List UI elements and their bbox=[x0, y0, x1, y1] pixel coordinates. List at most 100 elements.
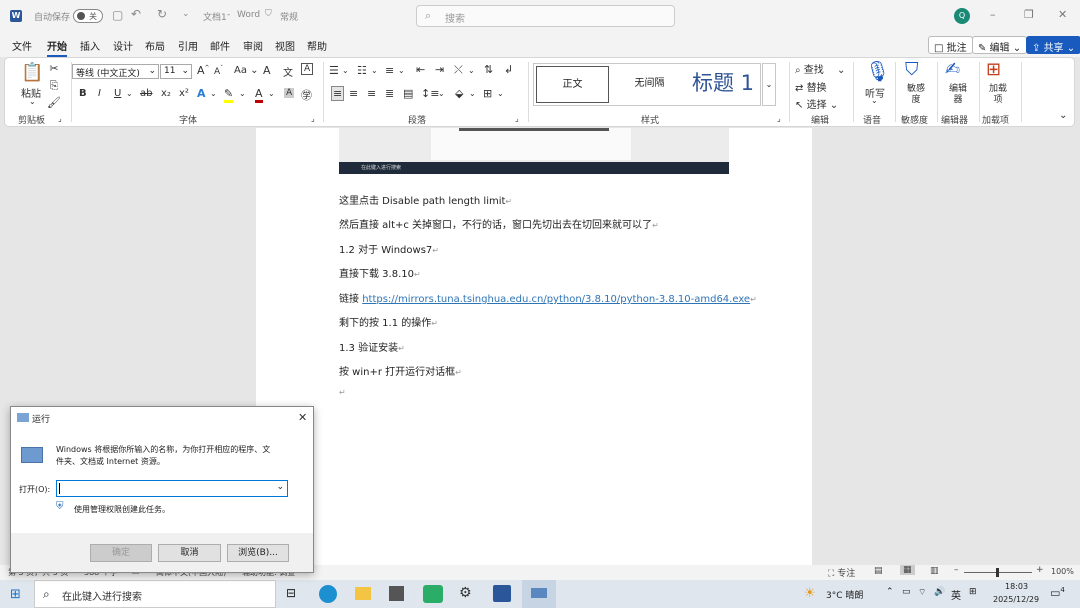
select-button[interactable]: ↖ 选择 ⌄ bbox=[795, 96, 838, 111]
run-taskbar-icon[interactable] bbox=[522, 580, 556, 608]
autosave-toggle[interactable]: 关 bbox=[73, 9, 103, 23]
notifications-icon[interactable]: ▭4 bbox=[1050, 586, 1065, 600]
addins-button[interactable]: 加载项 bbox=[987, 84, 1009, 106]
comment-button[interactable]: □ 批注 bbox=[928, 36, 973, 54]
styles-more-icon[interactable]: ⌄ bbox=[762, 63, 776, 106]
tab-mailings[interactable]: 邮件 bbox=[210, 38, 230, 53]
redo-icon[interactable]: ↻ bbox=[157, 7, 167, 21]
character-shading-icon[interactable]: A bbox=[284, 88, 295, 98]
text-effects-icon[interactable]: A bbox=[197, 87, 206, 100]
python-download-link[interactable]: https://mirrors.tuna.tsinghua.edu.cn/pyt… bbox=[362, 294, 750, 305]
chinese-layout-icon[interactable]: ⤬ bbox=[454, 63, 463, 77]
replace-button[interactable]: ⇄ 替换 bbox=[795, 79, 827, 94]
phonetic-guide-icon[interactable]: 文 bbox=[283, 64, 293, 79]
taskbar-search[interactable]: ⌕ 在此键入进行搜索 bbox=[34, 580, 276, 608]
clear-format-icon[interactable]: A bbox=[263, 64, 271, 77]
start-icon[interactable]: ⊞ bbox=[10, 587, 21, 602]
shading-icon[interactable]: ⬙ bbox=[455, 87, 463, 100]
editing-mode-button[interactable]: ✎ 编辑 ⌄ bbox=[972, 36, 1028, 54]
sensitivity-button[interactable]: 敏感度 bbox=[905, 84, 927, 106]
restore-icon[interactable]: ❐ bbox=[1024, 8, 1034, 21]
read-mode-icon[interactable]: ▤ bbox=[874, 566, 883, 576]
ime-indicator[interactable]: 英 bbox=[951, 587, 961, 602]
tab-insert[interactable]: 插入 bbox=[80, 38, 100, 53]
align-left-button[interactable]: ≡ bbox=[331, 86, 345, 101]
decrease-indent-icon[interactable]: ⇤ bbox=[416, 63, 425, 76]
zoom-slider-thumb[interactable] bbox=[996, 568, 999, 577]
minimize-icon[interactable]: – bbox=[990, 8, 996, 21]
line-spacing-icon[interactable]: ↕≡ bbox=[421, 87, 439, 100]
clipboard-launcher-icon[interactable]: ⌟ bbox=[58, 114, 62, 123]
highlight-icon[interactable]: ✎ bbox=[224, 87, 234, 103]
align-center-button[interactable]: ≡ bbox=[349, 87, 358, 100]
run-open-input[interactable] bbox=[59, 483, 60, 494]
ok-button[interactable]: 确定 bbox=[90, 544, 152, 562]
bold-button[interactable]: B bbox=[79, 88, 87, 99]
tab-file[interactable]: 文件 bbox=[12, 38, 32, 53]
search-box[interactable]: ⌕ 搜索 bbox=[416, 5, 675, 27]
style-normal[interactable]: 正文 bbox=[536, 66, 609, 103]
multilevel-list-icon[interactable]: ≡ bbox=[385, 64, 394, 77]
font-color-icon[interactable]: A bbox=[255, 87, 263, 103]
styles-launcher-icon[interactable]: ⌟ bbox=[777, 114, 781, 123]
document-page[interactable]: 在此键入进行搜索 这里点击 Disable path length limit↵… bbox=[256, 128, 812, 565]
tab-help[interactable]: 帮助 bbox=[307, 38, 327, 53]
save-icon[interactable]: ▢ bbox=[112, 8, 123, 22]
run-dialog-close-icon[interactable]: ✕ bbox=[298, 411, 307, 424]
underline-dropdown-icon[interactable]: ⌄ bbox=[126, 89, 133, 98]
sensitivity-icon[interactable]: ⛉ bbox=[905, 59, 919, 80]
editor-button[interactable]: 编辑器 bbox=[947, 84, 969, 106]
sensitivity-status[interactable]: 常规 bbox=[280, 10, 298, 23]
volume-icon[interactable]: 🔊 bbox=[934, 587, 945, 597]
close-icon[interactable]: ✕ bbox=[1058, 8, 1067, 21]
editor-icon[interactable]: ✍ bbox=[945, 59, 960, 80]
network-icon[interactable]: ⌔ bbox=[918, 587, 926, 598]
cut-icon[interactable]: ✂ bbox=[47, 62, 61, 76]
style-heading-1[interactable]: 标题 1 bbox=[686, 66, 760, 103]
microphone-icon[interactable]: 🎙 bbox=[865, 59, 890, 83]
tab-review[interactable]: 审阅 bbox=[243, 38, 263, 53]
run-open-combobox[interactable]: ⌄ bbox=[56, 480, 288, 497]
ime-mode-icon[interactable]: ⊞ bbox=[969, 587, 977, 597]
customize-icon[interactable]: ⌄ bbox=[182, 9, 190, 19]
grow-font-icon[interactable]: A^ bbox=[197, 64, 210, 77]
tab-view[interactable]: 视图 bbox=[275, 38, 295, 53]
focus-button[interactable]: ⛶ 专注 bbox=[828, 566, 855, 579]
style-no-spacing[interactable]: 无间隔 bbox=[613, 66, 686, 103]
character-border-icon[interactable]: A bbox=[301, 63, 314, 75]
web-layout-icon[interactable]: ▥ bbox=[930, 566, 939, 576]
strikethrough-button[interactable]: ab bbox=[140, 88, 152, 99]
run-combobox-chevron-icon[interactable]: ⌄ bbox=[276, 482, 284, 492]
copy-icon[interactable]: ⎘ bbox=[47, 79, 61, 93]
share-button[interactable]: ⇪ 共享 ⌄ bbox=[1026, 36, 1080, 54]
battery-icon[interactable]: ▭ bbox=[902, 587, 911, 597]
settings-icon[interactable]: ⚙ bbox=[459, 585, 472, 601]
bullets-icon[interactable]: ☰ bbox=[329, 64, 339, 77]
clock-time[interactable]: 18:03 bbox=[1005, 582, 1028, 591]
collapse-ribbon-icon[interactable]: ⌄ bbox=[1059, 110, 1067, 121]
numbering-icon[interactable]: ☷ bbox=[357, 64, 367, 77]
font-name-dropdown[interactable]: 等线 (中文正文) ⌄ bbox=[72, 64, 159, 79]
show-marks-icon[interactable]: ↲ bbox=[504, 63, 513, 76]
tab-design[interactable]: 设计 bbox=[113, 38, 133, 53]
distributed-button[interactable]: ▤ bbox=[403, 87, 413, 100]
shrink-font-icon[interactable]: Aˇ bbox=[214, 65, 223, 77]
change-case-icon[interactable]: Aa ⌄ bbox=[234, 65, 259, 76]
paste-icon[interactable]: 📋 bbox=[21, 62, 43, 84]
subscript-button[interactable]: x₂ bbox=[161, 88, 171, 99]
task-view-icon[interactable]: ⊟ bbox=[286, 586, 296, 600]
zoom-level[interactable]: 100% bbox=[1051, 567, 1074, 576]
addins-icon[interactable]: ⊞ bbox=[986, 59, 1001, 80]
file-explorer-icon[interactable] bbox=[355, 587, 371, 600]
superscript-button[interactable]: x² bbox=[179, 88, 189, 99]
zoom-in-icon[interactable]: + bbox=[1036, 565, 1044, 575]
avatar[interactable]: Q bbox=[954, 8, 970, 24]
align-right-button[interactable]: ≡ bbox=[367, 87, 376, 100]
font-launcher-icon[interactable]: ⌟ bbox=[311, 114, 315, 123]
clock-date[interactable]: 2025/12/29 bbox=[993, 595, 1039, 604]
tab-layout[interactable]: 布局 bbox=[145, 38, 165, 53]
store-icon[interactable] bbox=[389, 586, 404, 601]
underline-button[interactable]: U bbox=[114, 88, 121, 99]
wechat-icon[interactable] bbox=[423, 585, 443, 603]
find-button[interactable]: ⌕ 查找 ⌄ bbox=[795, 61, 845, 76]
